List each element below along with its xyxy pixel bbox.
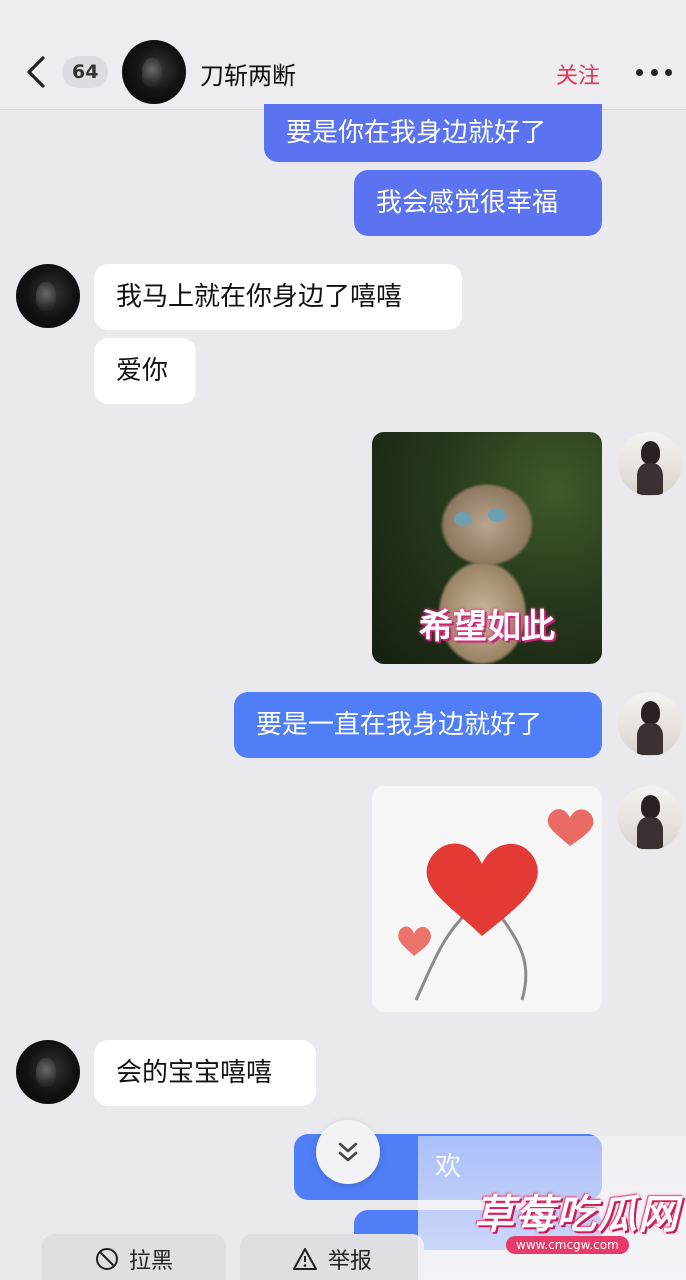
block-button[interactable]: 拉黑: [42, 1234, 226, 1280]
sticker-message-kitten[interactable]: 希望如此: [372, 432, 602, 664]
hearts-illustration: [398, 809, 594, 1001]
block-icon: [95, 1248, 118, 1270]
report-label: 举报: [327, 1249, 372, 1274]
warning-icon: [292, 1248, 317, 1270]
sticker-caption: 希望如此: [419, 607, 555, 647]
kitten-eye: [454, 512, 472, 526]
contact-avatar[interactable]: [122, 40, 186, 104]
scroll-down-icon: [338, 1142, 358, 1162]
back-button[interactable]: [18, 50, 54, 94]
my-avatar[interactable]: [618, 692, 682, 756]
contact-avatar[interactable]: [16, 1040, 80, 1104]
watermark-logo: 草莓吃瓜网: [474, 1192, 679, 1238]
message-bubble-outgoing[interactable]: 要是你在我身边就好了: [264, 104, 602, 162]
my-avatar[interactable]: [618, 432, 682, 496]
follow-button[interactable]: 关注: [556, 58, 600, 90]
kitten-eye: [488, 508, 506, 522]
contact-avatar[interactable]: [16, 264, 80, 328]
watermark-url: www.cmcgw.com: [506, 1236, 629, 1254]
unread-count-badge[interactable]: 64: [62, 56, 109, 88]
message-bubble-outgoing[interactable]: 要是一直在我身边就好了: [234, 692, 602, 758]
more-dots-icon: [636, 68, 643, 76]
sticker-message-hearts[interactable]: [372, 786, 602, 1012]
message-bubble-incoming[interactable]: 会的宝宝嘻嘻: [94, 1040, 316, 1106]
my-avatar[interactable]: [618, 786, 682, 850]
more-options-button[interactable]: [636, 62, 672, 82]
back-chevron-icon: [27, 56, 45, 88]
report-button[interactable]: 举报: [240, 1234, 424, 1280]
contact-name[interactable]: 刀斩两断: [200, 56, 296, 91]
block-label: 拉黑: [128, 1249, 173, 1274]
message-bubble-incoming[interactable]: 我马上就在你身边了嘻嘻: [94, 264, 462, 330]
scroll-to-bottom-button[interactable]: [316, 1120, 380, 1184]
message-bubble-outgoing[interactable]: 我会感觉很幸福: [354, 170, 602, 236]
message-bubble-incoming[interactable]: 爱你: [94, 338, 196, 404]
chat-header: 64 刀斩两断 关注: [0, 0, 686, 110]
